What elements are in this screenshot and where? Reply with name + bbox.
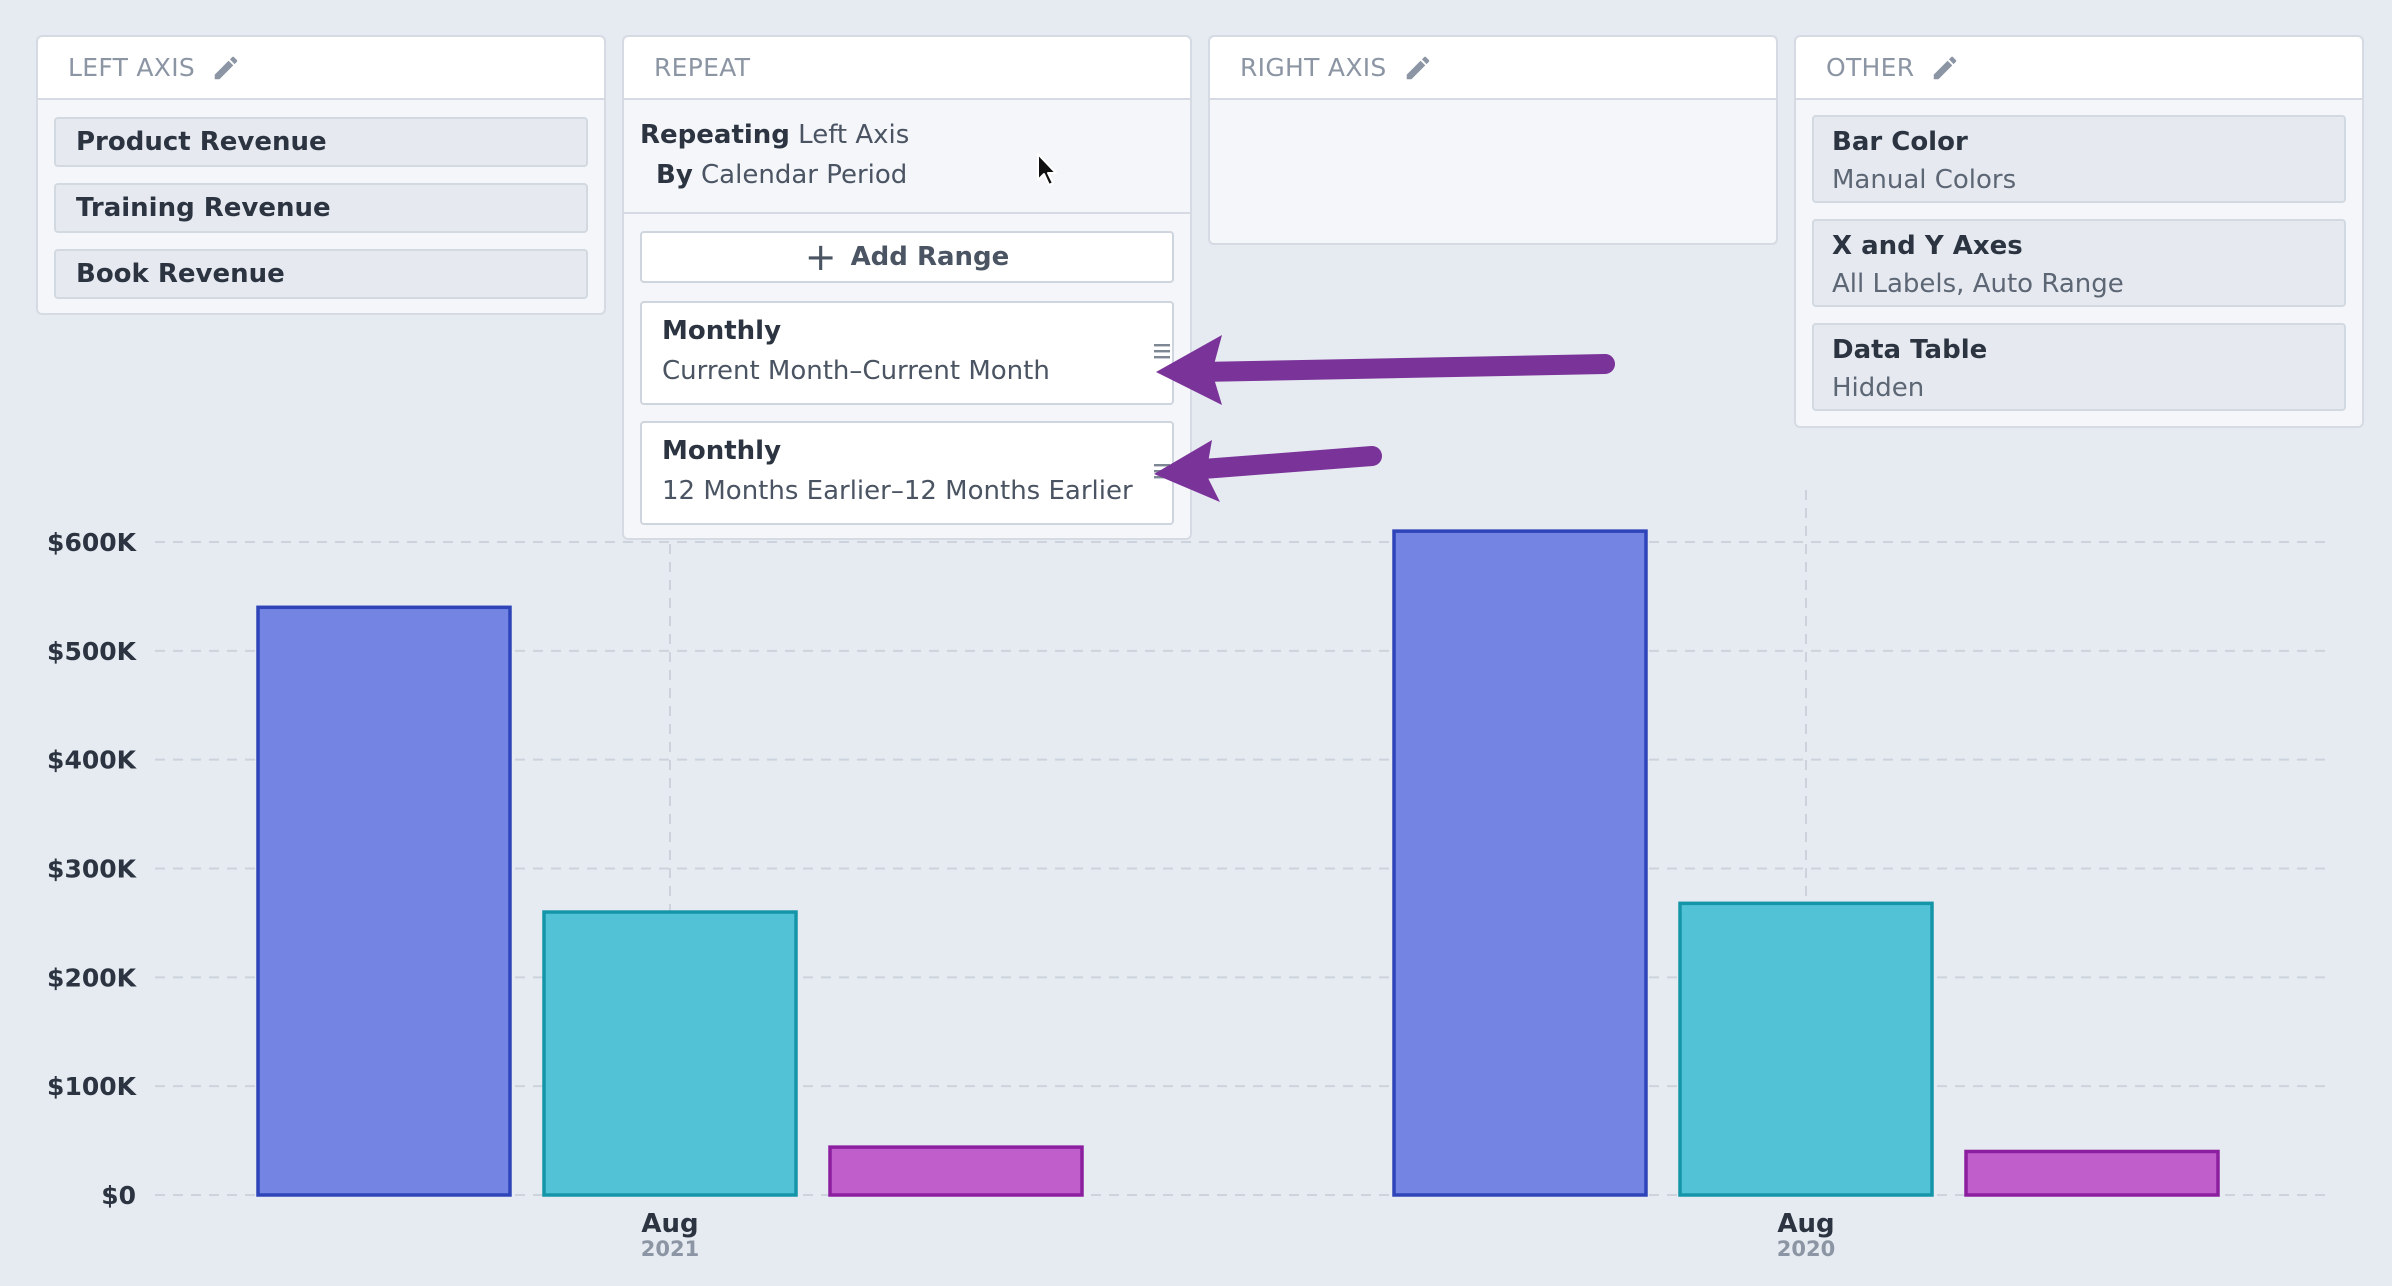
left-axis-item-product-revenue[interactable]: Product Revenue bbox=[54, 117, 588, 167]
add-range-button[interactable]: + Add Range bbox=[640, 231, 1174, 283]
repeating-value: Left Axis bbox=[798, 120, 910, 150]
repeat-title: REPEAT bbox=[654, 53, 751, 82]
pencil-icon[interactable] bbox=[211, 53, 241, 83]
left-axis-panel: LEFT AXIS Product Revenue Training Reven… bbox=[36, 35, 606, 315]
option-title: Data Table bbox=[1832, 335, 1988, 365]
bar-color-option[interactable]: Bar Color Manual Colors bbox=[1812, 115, 2346, 203]
bar bbox=[1964, 1149, 2220, 1197]
option-value: Hidden bbox=[1832, 373, 1925, 403]
y-tick-label: $100K bbox=[47, 1072, 138, 1101]
y-tick-label: $300K bbox=[47, 855, 138, 884]
right-axis-title: RIGHT AXIS bbox=[1240, 53, 1387, 82]
item-label: Book Revenue bbox=[76, 259, 285, 289]
option-value: Manual Colors bbox=[1832, 165, 2017, 195]
y-tick-label: $600K bbox=[47, 528, 138, 557]
plus-icon: + bbox=[804, 235, 837, 279]
range-card[interactable]: Monthly 12 Months Earlier–12 Months Earl… bbox=[640, 421, 1174, 525]
left-axis-header[interactable]: LEFT AXIS bbox=[38, 37, 604, 100]
cursor-icon bbox=[1037, 153, 1057, 186]
repeating-label: Repeating bbox=[640, 120, 790, 150]
other-header[interactable]: OTHER bbox=[1796, 37, 2362, 100]
drag-handle-icon[interactable] bbox=[1152, 461, 1172, 481]
repeat-summary[interactable]: Repeating Left Axis By Calendar Period bbox=[640, 115, 909, 195]
x-tick-sublabel: 2020 bbox=[1777, 1237, 1835, 1261]
left-axis-item-book-revenue[interactable]: Book Revenue bbox=[54, 249, 588, 299]
range-card[interactable]: Monthly Current Month–Current Month bbox=[640, 301, 1174, 405]
pencil-icon[interactable] bbox=[1930, 53, 1960, 83]
bar bbox=[1392, 529, 1648, 1197]
drag-handle-icon[interactable] bbox=[1152, 341, 1172, 361]
left-axis-item-training-revenue[interactable]: Training Revenue bbox=[54, 183, 588, 233]
option-title: Bar Color bbox=[1832, 127, 1968, 157]
range-subtitle: 12 Months Earlier–12 Months Earlier bbox=[662, 476, 1133, 506]
left-axis-title: LEFT AXIS bbox=[68, 53, 196, 82]
item-label: Training Revenue bbox=[76, 193, 331, 223]
bar bbox=[256, 605, 512, 1197]
y-tick-label: $200K bbox=[47, 963, 138, 992]
range-subtitle: Current Month–Current Month bbox=[662, 356, 1050, 386]
range-title: Monthly bbox=[662, 316, 782, 346]
other-panel: OTHER Bar Color Manual Colors X and Y Ax… bbox=[1794, 35, 2364, 428]
option-value: All Labels, Auto Range bbox=[1832, 269, 2124, 299]
x-tick-label: Aug bbox=[641, 1209, 698, 1239]
axes-option[interactable]: X and Y Axes All Labels, Auto Range bbox=[1812, 219, 2346, 307]
add-range-label: Add Range bbox=[850, 242, 1010, 272]
other-title: OTHER bbox=[1826, 53, 1915, 82]
item-label: Product Revenue bbox=[76, 127, 327, 157]
range-title: Monthly bbox=[662, 436, 782, 466]
bar bbox=[828, 1145, 1084, 1197]
bar bbox=[542, 910, 798, 1197]
option-title: X and Y Axes bbox=[1832, 231, 2023, 261]
repeat-header[interactable]: REPEAT bbox=[624, 37, 1190, 100]
y-tick-label: $500K bbox=[47, 637, 138, 666]
data-table-option[interactable]: Data Table Hidden bbox=[1812, 323, 2346, 411]
y-tick-label: $0 bbox=[101, 1181, 136, 1210]
repeat-panel: REPEAT Repeating Left Axis By Calendar P… bbox=[622, 35, 1192, 540]
repeat-divider bbox=[624, 212, 1190, 214]
right-axis-panel: RIGHT AXIS bbox=[1208, 35, 1778, 245]
x-tick-label: Aug bbox=[1777, 1209, 1834, 1239]
by-label: By bbox=[656, 160, 693, 190]
pencil-icon[interactable] bbox=[1403, 53, 1433, 83]
bar bbox=[1678, 901, 1934, 1197]
x-tick-sublabel: 2021 bbox=[641, 1237, 699, 1261]
by-value: Calendar Period bbox=[701, 160, 908, 190]
right-axis-header[interactable]: RIGHT AXIS bbox=[1210, 37, 1776, 100]
y-tick-label: $400K bbox=[47, 746, 138, 775]
